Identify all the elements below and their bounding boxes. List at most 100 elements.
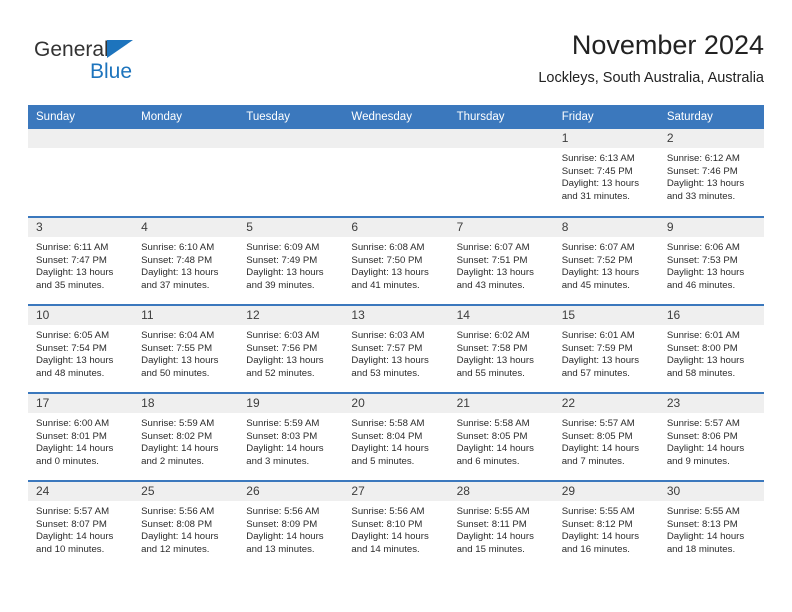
daylight-line1: Daylight: 13 hours: [141, 355, 219, 367]
calendar-day-cell[interactable]: [343, 129, 449, 217]
day-details: Sunrise: 6:06 AM Sunset: 7:53 PM Dayligh…: [659, 237, 764, 292]
daylight-line2: and 18 minutes.: [666, 543, 736, 555]
calendar-day-cell[interactable]: 4 Sunrise: 6:10 AM Sunset: 7:48 PM Dayli…: [133, 216, 239, 305]
calendar-day-cell[interactable]: 28 Sunrise: 5:55 AM Sunset: 8:11 PM Dayl…: [448, 480, 554, 569]
calendar-day-cell[interactable]: 18 Sunrise: 5:59 AM Sunset: 8:02 PM Dayl…: [133, 392, 239, 481]
day-number: 22: [553, 394, 659, 413]
sunrise-time: Sunrise: 5:57 AM: [561, 418, 635, 429]
calendar-day-cell[interactable]: 3 Sunrise: 6:11 AM Sunset: 7:47 PM Dayli…: [28, 216, 134, 305]
calendar-day-cell[interactable]: [238, 129, 344, 217]
sunset-time: Sunset: 8:13 PM: [666, 518, 738, 530]
sunrise-time: Sunrise: 5:55 AM: [561, 506, 635, 517]
daylight-line2: and 55 minutes.: [456, 367, 525, 379]
sunset-time: Sunset: 8:00 PM: [666, 342, 738, 354]
calendar-body: 1 Sunrise: 6:13 AM Sunset: 7:45 PM Dayli…: [28, 129, 764, 569]
calendar-day-cell[interactable]: 15 Sunrise: 6:01 AM Sunset: 7:59 PM Dayl…: [553, 304, 659, 393]
daylight-line1: Daylight: 14 hours: [246, 531, 324, 543]
daylight-line1: Daylight: 13 hours: [666, 355, 745, 367]
sunrise-time: Sunrise: 6:01 AM: [561, 330, 635, 341]
daylight-line2: and 35 minutes.: [36, 279, 105, 291]
calendar-day-cell[interactable]: [133, 129, 239, 217]
sunrise-time: Sunrise: 5:59 AM: [141, 418, 215, 429]
day-number: 26: [238, 482, 344, 501]
daylight-line2: and 6 minutes.: [456, 455, 520, 467]
day-details: Sunrise: 6:11 AM Sunset: 7:47 PM Dayligh…: [28, 237, 133, 292]
calendar-day-cell[interactable]: 21 Sunrise: 5:58 AM Sunset: 8:05 PM Dayl…: [448, 392, 554, 481]
sunrise-time: Sunrise: 6:05 AM: [36, 330, 110, 341]
daylight-line2: and 31 minutes.: [561, 190, 630, 202]
sunset-time: Sunset: 7:56 PM: [246, 342, 318, 354]
daylight-line1: Daylight: 14 hours: [456, 443, 534, 455]
day-number: 10: [28, 306, 134, 325]
sunrise-time: Sunrise: 5:58 AM: [351, 418, 425, 429]
day-details: Sunrise: 6:01 AM Sunset: 7:59 PM Dayligh…: [554, 325, 659, 380]
calendar-day-cell[interactable]: 2 Sunrise: 6:12 AM Sunset: 7:46 PM Dayli…: [658, 129, 764, 217]
calendar-day-cell[interactable]: 17 Sunrise: 6:00 AM Sunset: 8:01 PM Dayl…: [28, 392, 134, 481]
calendar-day-cell[interactable]: 10 Sunrise: 6:05 AM Sunset: 7:54 PM Dayl…: [28, 304, 134, 393]
calendar-day-cell[interactable]: [448, 129, 554, 217]
sunrise-time: Sunrise: 6:12 AM: [666, 153, 740, 164]
sunset-time: Sunset: 8:02 PM: [141, 430, 213, 442]
sunset-time: Sunset: 7:55 PM: [141, 342, 213, 354]
day-number: 29: [553, 482, 659, 501]
calendar-day-cell[interactable]: 16 Sunrise: 6:01 AM Sunset: 8:00 PM Dayl…: [658, 304, 764, 393]
calendar-day-cell[interactable]: 22 Sunrise: 5:57 AM Sunset: 8:05 PM Dayl…: [553, 392, 659, 481]
logo-text-blue: Blue: [90, 60, 133, 83]
daylight-line1: Daylight: 14 hours: [141, 443, 219, 455]
calendar-day-cell[interactable]: 14 Sunrise: 6:02 AM Sunset: 7:58 PM Dayl…: [448, 304, 554, 393]
day-details: Sunrise: 6:10 AM Sunset: 7:48 PM Dayligh…: [133, 237, 238, 292]
daylight-line1: Daylight: 13 hours: [561, 178, 640, 190]
daylight-line1: Daylight: 13 hours: [246, 355, 324, 367]
daylight-line1: Daylight: 14 hours: [141, 531, 219, 543]
daylight-line2: and 48 minutes.: [36, 367, 105, 379]
day-details: [28, 148, 133, 153]
daylight-line1: Daylight: 13 hours: [666, 178, 745, 190]
sunrise-time: Sunrise: 5:57 AM: [36, 506, 110, 517]
generalblue-logo: General Blue: [34, 38, 234, 94]
day-details: Sunrise: 6:01 AM Sunset: 8:00 PM Dayligh…: [659, 325, 764, 380]
calendar-day-cell[interactable]: 7 Sunrise: 6:07 AM Sunset: 7:51 PM Dayli…: [448, 216, 554, 305]
daylight-line2: and 10 minutes.: [36, 543, 105, 555]
calendar-day-cell[interactable]: 12 Sunrise: 6:03 AM Sunset: 7:56 PM Dayl…: [238, 304, 344, 393]
calendar-day-cell[interactable]: [28, 129, 134, 217]
calendar-day-cell[interactable]: 29 Sunrise: 5:55 AM Sunset: 8:12 PM Dayl…: [553, 480, 659, 569]
day-number: 20: [343, 394, 449, 413]
daylight-line2: and 13 minutes.: [246, 543, 315, 555]
weekday-header-monday: Monday: [133, 105, 239, 129]
sunset-time: Sunset: 8:07 PM: [36, 518, 107, 530]
sunset-time: Sunset: 8:05 PM: [561, 430, 633, 442]
daylight-line2: and 37 minutes.: [141, 279, 210, 291]
calendar-day-cell[interactable]: 26 Sunrise: 5:56 AM Sunset: 8:09 PM Dayl…: [238, 480, 344, 569]
calendar-day-cell[interactable]: 19 Sunrise: 5:59 AM Sunset: 8:03 PM Dayl…: [238, 392, 344, 481]
sunset-time: Sunset: 7:57 PM: [351, 342, 423, 354]
calendar-day-cell[interactable]: 8 Sunrise: 6:07 AM Sunset: 7:52 PM Dayli…: [553, 216, 659, 305]
day-number: 30: [658, 482, 764, 501]
day-number: 14: [448, 306, 554, 325]
calendar-day-cell[interactable]: 9 Sunrise: 6:06 AM Sunset: 7:53 PM Dayli…: [658, 216, 764, 305]
calendar-day-cell[interactable]: 5 Sunrise: 6:09 AM Sunset: 7:49 PM Dayli…: [238, 216, 344, 305]
sunrise-time: Sunrise: 6:00 AM: [36, 418, 110, 429]
sunset-time: Sunset: 7:50 PM: [351, 254, 423, 266]
calendar-day-cell[interactable]: 13 Sunrise: 6:03 AM Sunset: 7:57 PM Dayl…: [343, 304, 449, 393]
daylight-line2: and 57 minutes.: [561, 367, 630, 379]
calendar-page: General Blue November 2024 Lockleys, Sou…: [0, 0, 792, 612]
day-details: Sunrise: 5:59 AM Sunset: 8:03 PM Dayligh…: [238, 413, 343, 468]
weekday-header-tuesday: Tuesday: [238, 105, 344, 129]
calendar-day-cell[interactable]: 20 Sunrise: 5:58 AM Sunset: 8:04 PM Dayl…: [343, 392, 449, 481]
calendar-day-cell[interactable]: 1 Sunrise: 6:13 AM Sunset: 7:45 PM Dayli…: [553, 129, 659, 217]
daylight-line1: Daylight: 14 hours: [666, 531, 745, 543]
daylight-line1: Daylight: 14 hours: [36, 531, 114, 543]
calendar-day-cell[interactable]: 25 Sunrise: 5:56 AM Sunset: 8:08 PM Dayl…: [133, 480, 239, 569]
calendar-day-cell[interactable]: 11 Sunrise: 6:04 AM Sunset: 7:55 PM Dayl…: [133, 304, 239, 393]
calendar-day-cell[interactable]: 23 Sunrise: 5:57 AM Sunset: 8:06 PM Dayl…: [658, 392, 764, 481]
daylight-line1: Daylight: 13 hours: [456, 355, 534, 367]
logo-text-general: General: [34, 38, 109, 61]
day-number: [343, 129, 449, 148]
calendar-day-cell[interactable]: 24 Sunrise: 5:57 AM Sunset: 8:07 PM Dayl…: [28, 480, 134, 569]
calendar-day-cell[interactable]: 30 Sunrise: 5:55 AM Sunset: 8:13 PM Dayl…: [658, 480, 764, 569]
day-details: Sunrise: 6:08 AM Sunset: 7:50 PM Dayligh…: [343, 237, 448, 292]
calendar-day-cell[interactable]: 27 Sunrise: 5:56 AM Sunset: 8:10 PM Dayl…: [343, 480, 449, 569]
daylight-line1: Daylight: 14 hours: [246, 443, 324, 455]
calendar-day-cell[interactable]: 6 Sunrise: 6:08 AM Sunset: 7:50 PM Dayli…: [343, 216, 449, 305]
sunrise-time: Sunrise: 5:56 AM: [246, 506, 320, 517]
